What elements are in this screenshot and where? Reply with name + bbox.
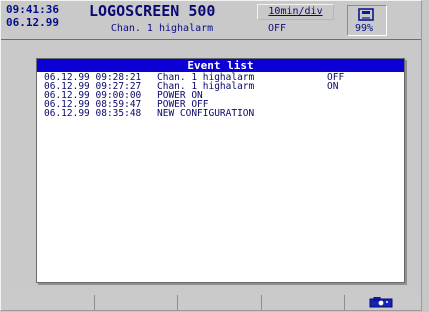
memory-indicator: 99% <box>347 5 387 36</box>
event-list: 06.12.99 09:28:21 Chan. 1 highalarm OFF … <box>37 72 404 119</box>
event-status <box>327 109 367 118</box>
header-separator <box>1 39 421 40</box>
softkey-5[interactable] <box>345 295 421 310</box>
current-time: 09:41:36 <box>6 3 59 16</box>
event-message: NEW CONFIGURATION <box>157 108 255 119</box>
alarm-status-row: Chan. 1 highalarm OFF <box>91 22 329 35</box>
alarm-state: OFF <box>267 23 287 34</box>
softkey-3[interactable] <box>178 295 262 310</box>
event-row[interactable]: 06.12.99 08:35:48 NEW CONFIGURATION <box>44 108 404 119</box>
event-date: 06.12.99 <box>44 108 90 119</box>
memory-card-icon <box>358 8 374 21</box>
event-datetime: 06.12.99 08:35:48 <box>44 108 157 119</box>
clock-panel: 09:41:36 06.12.99 <box>6 3 88 43</box>
softkey-1[interactable] <box>1 295 95 310</box>
camera-icon <box>369 297 393 308</box>
softkey-bar <box>1 295 421 310</box>
brand-title: LOGOSCREEN 500 <box>89 2 216 20</box>
alarm-channel: Chan. 1 highalarm <box>110 23 214 34</box>
event-status <box>327 100 367 109</box>
event-list-dialog: Event list 06.12.99 09:28:21 Chan. 1 hig… <box>36 58 405 283</box>
memory-percent: 99% <box>355 23 374 34</box>
timebase-label: 10min/div <box>257 4 334 20</box>
event-status <box>327 91 367 100</box>
brand-header: LOGOSCREEN 500 10min/div Chan. 1 highala… <box>89 2 347 35</box>
event-time: 08:35:48 <box>95 108 142 119</box>
softkey-4[interactable] <box>262 295 345 310</box>
event-status: ON <box>327 81 339 92</box>
current-date: 06.12.99 <box>6 16 59 29</box>
softkey-2[interactable] <box>95 295 178 310</box>
event-list-title: Event list <box>37 59 404 72</box>
device-screen: 09:41:36 06.12.99 LOGOSCREEN 500 10min/d… <box>0 0 422 311</box>
